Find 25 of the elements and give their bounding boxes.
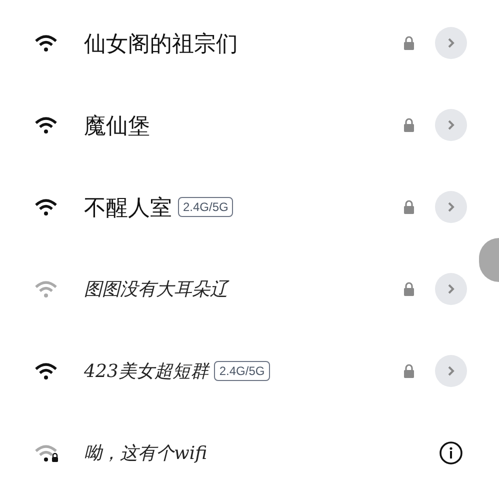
chevron-icon xyxy=(447,283,455,295)
network-name: 仙女阁的祖宗们 xyxy=(84,30,238,58)
band-tag: 2.4G/5G xyxy=(178,197,234,217)
network-name: 图图没有大耳朵辽 xyxy=(84,278,228,302)
chevron-icon xyxy=(447,119,455,131)
lock-icon xyxy=(403,200,415,214)
band-tag: 2.4G/5G xyxy=(214,361,270,381)
details-button[interactable] xyxy=(435,355,467,387)
details-button[interactable] xyxy=(435,27,467,59)
chevron-icon xyxy=(447,201,455,213)
network-name: 423美女超短群 xyxy=(84,360,208,384)
details-button[interactable] xyxy=(435,109,467,141)
lock-icon xyxy=(403,282,415,296)
lock-icon xyxy=(403,364,415,378)
info-icon xyxy=(439,441,463,465)
chevron-icon xyxy=(447,365,455,377)
wifi-icon xyxy=(34,443,60,463)
lock-icon xyxy=(403,118,415,132)
lock-icon xyxy=(403,36,415,50)
details-button[interactable] xyxy=(435,273,467,305)
network-name: 魔仙堡 xyxy=(84,112,150,140)
network-name: 呦，这有个wifi xyxy=(84,442,208,466)
details-button[interactable] xyxy=(435,191,467,223)
chevron-icon xyxy=(447,37,455,49)
network-name: 不醒人室 xyxy=(84,194,172,222)
